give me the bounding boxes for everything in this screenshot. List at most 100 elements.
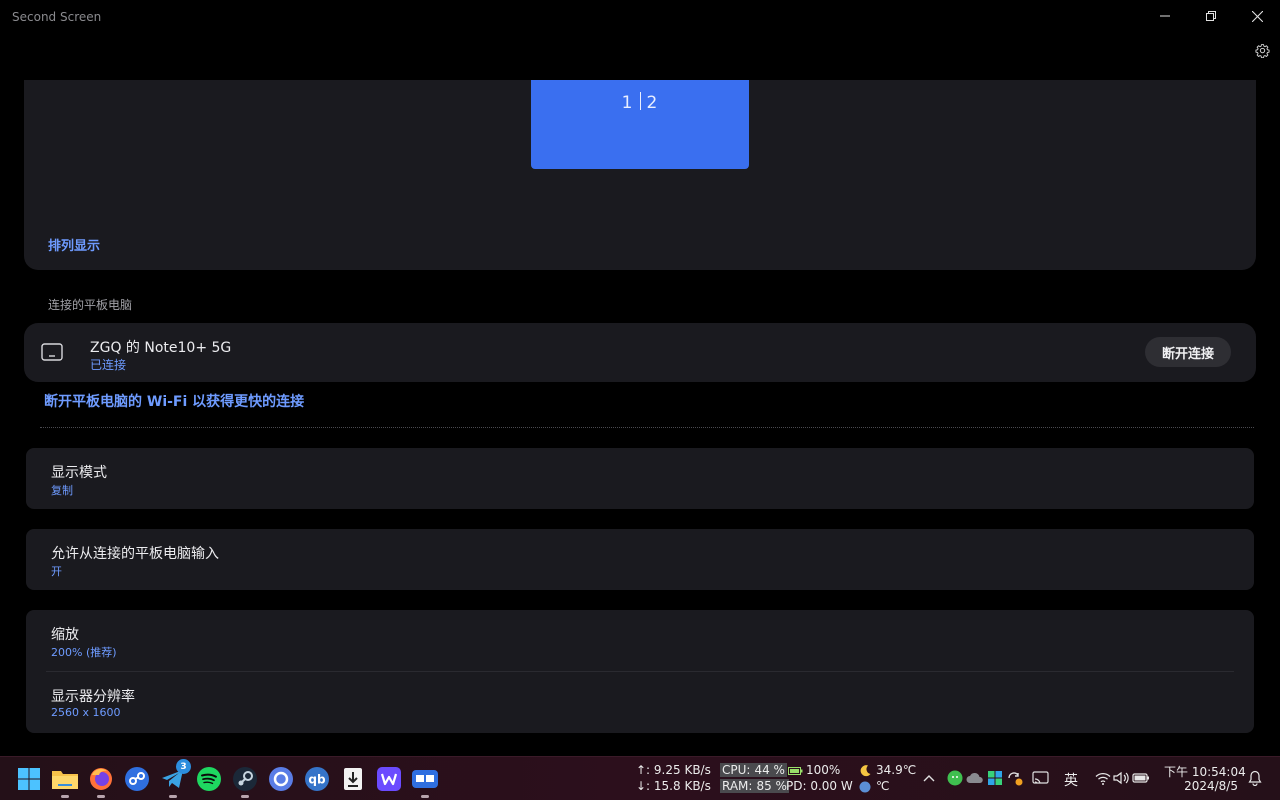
notification-center-button[interactable]: [1246, 769, 1264, 787]
taskbar-steam[interactable]: [230, 764, 260, 798]
qbittorrent-icon: qb: [305, 767, 329, 791]
display-monitor-block[interactable]: 12: [531, 80, 749, 169]
main-content: 12 排列显示 连接的平板电脑 ZGQ 的 Note10+ 5G 已连接 断开连…: [0, 80, 1280, 756]
battery-level-icon: [788, 767, 803, 775]
minimize-icon: [1160, 15, 1170, 17]
tray-sync[interactable]: [1006, 769, 1024, 787]
tray-onedrive[interactable]: [966, 769, 984, 787]
share-app-icon: [125, 767, 149, 791]
monitor-separator: [639, 92, 641, 110]
browser-app-icon: [269, 767, 293, 791]
display-arrangement-panel: 12 排列显示: [24, 80, 1256, 270]
file-explorer-icon: [52, 771, 78, 789]
cloud-icon: [966, 772, 983, 783]
app-title: Second Screen: [12, 10, 102, 24]
minimize-button[interactable]: [1142, 0, 1188, 32]
notification-bell-icon: [1248, 770, 1262, 786]
settings-button[interactable]: [1252, 40, 1272, 60]
taskbar-downloader[interactable]: [338, 764, 368, 794]
scale-setting[interactable]: 缩放 200% (推荐): [26, 610, 1254, 671]
allow-input-setting[interactable]: 允许从连接的平板电脑输入 开: [26, 529, 1254, 590]
taskbar-telegram[interactable]: 3: [158, 759, 191, 798]
display-mode-title: 显示模式: [51, 465, 107, 481]
running-indicator: [61, 795, 69, 798]
start-icon: [18, 768, 40, 790]
moon-icon: [860, 765, 871, 777]
allow-input-title: 允许从连接的平板电脑输入: [51, 546, 219, 562]
taskbar: 3 qb ↑: 9.25 KB/s ↓: 15.8 KB/s CPU: 44 %…: [0, 756, 1280, 800]
firefox-icon: [90, 768, 112, 790]
scale-title: 缩放: [51, 627, 79, 643]
connected-device-card: ZGQ 的 Note10+ 5G 已连接 断开连接: [24, 323, 1256, 382]
cast-icon: [1031, 771, 1049, 784]
device-status: 已连接: [90, 358, 127, 372]
wps-icon: [377, 767, 401, 791]
steam-icon: [233, 767, 257, 791]
connected-tablets-heading: 连接的平板电脑: [48, 298, 133, 312]
temperature-unit: ℃: [876, 779, 890, 793]
tray-wechat[interactable]: [946, 769, 964, 787]
close-button[interactable]: [1234, 0, 1280, 32]
disconnect-button[interactable]: 断开连接: [1145, 337, 1231, 367]
downloader-icon: [344, 768, 362, 790]
input-method-indicator[interactable]: 英: [1064, 770, 1078, 790]
network-upload-speed: ↑: 9.25 KB/s: [636, 763, 711, 777]
power-draw: PD: 0.00 W: [786, 779, 853, 793]
title-bar: Second Screen: [0, 0, 1280, 34]
telegram-unread-badge: 3: [176, 759, 191, 774]
taskbar-share-app[interactable]: [122, 764, 152, 794]
allow-input-value: 开: [51, 565, 62, 578]
monitor-number-1: 1: [621, 93, 634, 113]
clock-date[interactable]: 2024/8/5: [1164, 779, 1238, 793]
taskbar-wps[interactable]: [374, 764, 404, 794]
display-mode-card: 显示模式 复制: [26, 448, 1254, 509]
battery-status[interactable]: [1132, 769, 1150, 787]
monitor-number-2: 2: [646, 93, 659, 113]
battery-percentage: 100%: [806, 763, 841, 777]
tablet-icon: [41, 343, 63, 361]
taskbar-qbittorrent[interactable]: qb: [302, 764, 332, 794]
taskbar-spotify[interactable]: [194, 764, 224, 794]
tray-cast[interactable]: [1031, 769, 1049, 787]
gear-icon: [1254, 43, 1270, 58]
resolution-title: 显示器分辨率: [51, 689, 135, 705]
monitor-number-label: 12: [531, 92, 749, 113]
arrange-displays-link[interactable]: 排列显示: [48, 235, 100, 254]
network-download-speed: ↓: 15.8 KB/s: [636, 779, 711, 793]
section-divider: [40, 427, 1254, 428]
restore-button[interactable]: [1188, 0, 1234, 32]
cpu-value: 44 %: [752, 763, 787, 777]
temperature-reading: 34.9℃: [876, 763, 917, 777]
show-hidden-icons-button[interactable]: [920, 769, 938, 787]
ram-value: 85 %: [754, 779, 789, 793]
wifi-icon: [1095, 772, 1111, 785]
wifi-status[interactable]: [1094, 769, 1112, 787]
colorful-grid-icon: [988, 771, 1002, 785]
running-indicator: [421, 795, 429, 798]
cpu-usage: CPU: 44 %: [720, 763, 787, 777]
air-quality-icon: [859, 781, 871, 793]
tray-app[interactable]: [986, 769, 1004, 787]
display-mode-value: 复制: [51, 484, 73, 497]
wifi-tip-link[interactable]: 断开平板电脑的 Wi-Fi 以获得更快的连接: [44, 391, 304, 411]
spotify-icon: [197, 767, 221, 791]
clock-time[interactable]: 下午 10:54:04: [1164, 763, 1246, 780]
taskbar-browser-app[interactable]: [266, 764, 296, 794]
display-mode-setting[interactable]: 显示模式 复制: [26, 448, 1254, 509]
second-screen-icon: [412, 770, 438, 788]
running-indicator: [241, 795, 249, 798]
restore-icon: [1206, 11, 1216, 21]
wechat-icon: [947, 770, 963, 786]
speaker-icon: [1113, 771, 1129, 785]
volume-status[interactable]: [1112, 769, 1130, 787]
taskbar-firefox[interactable]: [86, 764, 116, 798]
allow-input-card: 允许从连接的平板电脑输入 开: [26, 529, 1254, 590]
taskbar-second-screen[interactable]: [410, 764, 440, 798]
resolution-setting[interactable]: 显示器分辨率 2560 x 1600: [26, 672, 1254, 733]
scale-resolution-card: 缩放 200% (推荐) 显示器分辨率 2560 x 1600: [26, 610, 1254, 733]
taskbar-file-explorer[interactable]: [50, 764, 80, 798]
chevron-up-icon: [923, 775, 935, 782]
start-button[interactable]: [14, 764, 44, 794]
sync-icon: [1008, 772, 1023, 786]
battery-charging-icon: [1132, 773, 1149, 783]
